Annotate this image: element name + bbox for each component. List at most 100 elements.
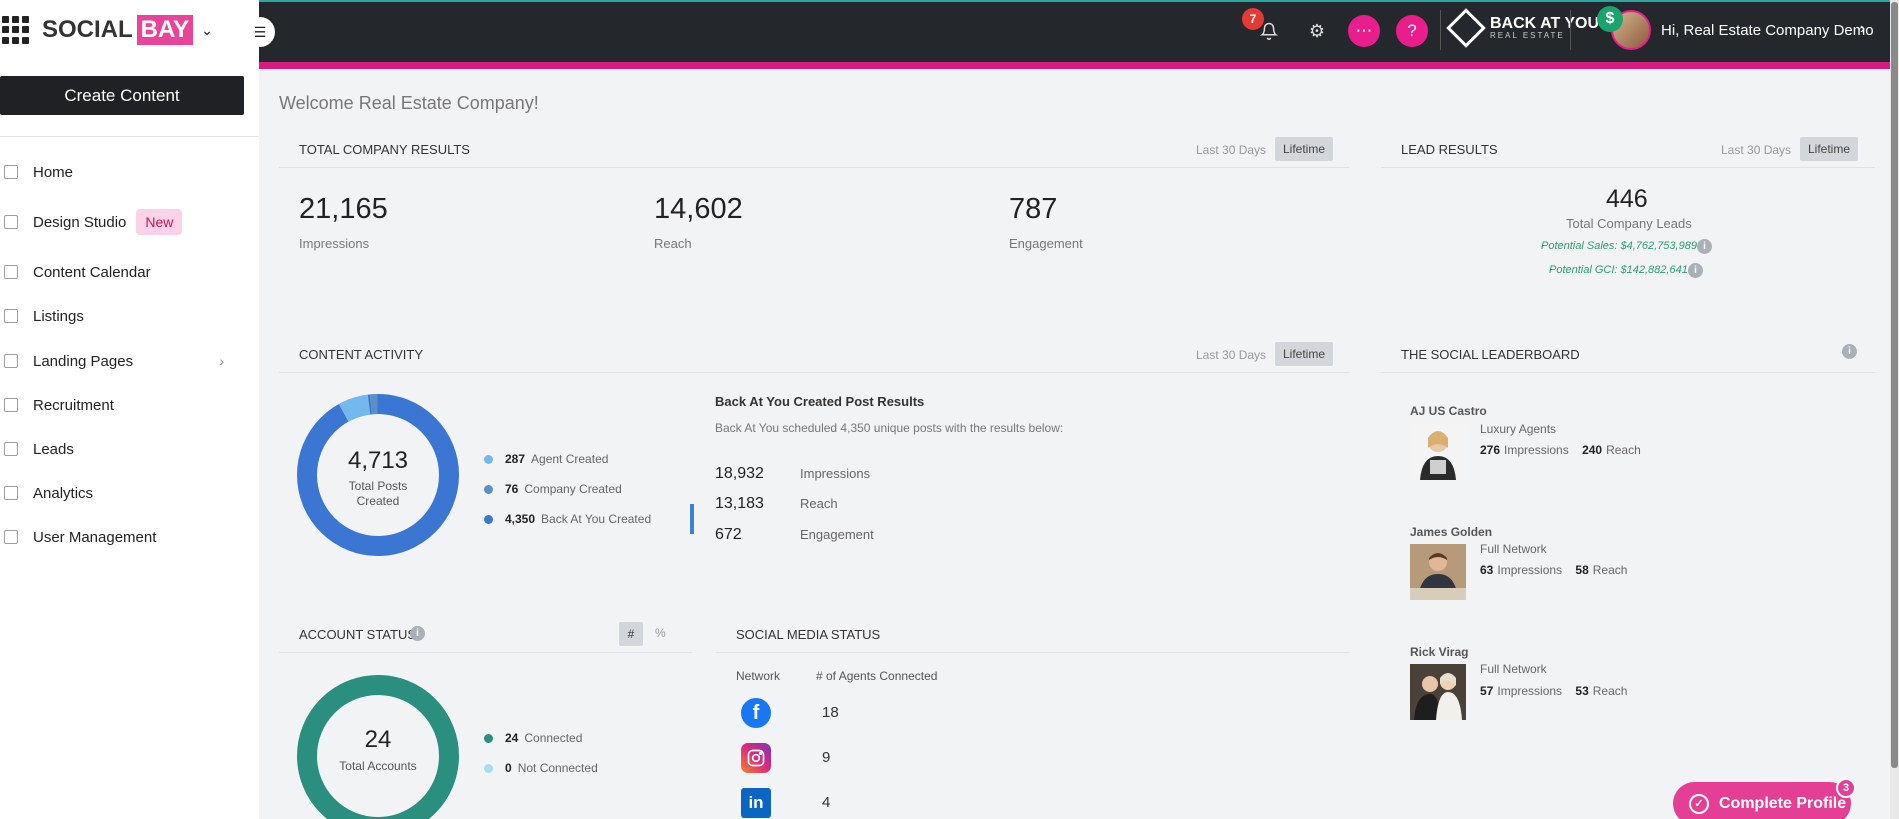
partner-logo-main: BACK AT YOU bbox=[1490, 14, 1600, 32]
chevron-down-icon[interactable]: ⌄ bbox=[201, 22, 213, 39]
info-icon[interactable]: i bbox=[1697, 239, 1712, 254]
legend-value: 76 bbox=[505, 482, 519, 496]
sidebar-item-listings[interactable]: Listings bbox=[0, 301, 240, 331]
bay-impressions-label: Impressions bbox=[800, 466, 871, 481]
leaderboard-name[interactable]: James Golden bbox=[1410, 525, 1492, 539]
sidebar-item-user-management[interactable]: User Management bbox=[0, 522, 240, 552]
leaderboard-photo bbox=[1410, 544, 1466, 600]
app-grid-icon[interactable] bbox=[2, 16, 30, 44]
leaderboard-reach-label: Reach bbox=[1592, 684, 1628, 698]
legend-label: Agent Created bbox=[531, 452, 609, 466]
create-content-button[interactable]: Create Content bbox=[0, 76, 244, 115]
sidebar: SOCIAL BAY ⌄ Create Content Home Design … bbox=[0, 0, 259, 819]
engagement-value: 787 bbox=[1009, 193, 1058, 225]
instagram-icon bbox=[741, 743, 771, 773]
sidebar-item-content-calendar[interactable]: Content Calendar bbox=[0, 257, 240, 287]
help-icon[interactable]: ? bbox=[1396, 15, 1428, 47]
leaderboard-name[interactable]: Rick Virag bbox=[1410, 645, 1468, 659]
facebook-count: 18 bbox=[822, 704, 839, 721]
chevron-right-icon[interactable]: › bbox=[1860, 20, 1865, 38]
divider bbox=[1381, 372, 1875, 373]
range-last-30-days[interactable]: Last 30 Days bbox=[1721, 143, 1791, 157]
dollar-icon[interactable]: $ bbox=[1597, 6, 1623, 32]
divider bbox=[716, 652, 1349, 653]
bay-engagement-label: Engagement bbox=[800, 527, 874, 542]
sidebar-item-label: Content Calendar bbox=[33, 263, 151, 281]
leaderboard-tier: Full Network bbox=[1480, 542, 1547, 556]
divider bbox=[279, 167, 1349, 168]
scrollbar-thumb[interactable] bbox=[1891, 2, 1898, 768]
leaderboard-stats: 276 Impressions 240 Reach bbox=[1480, 443, 1641, 457]
divider bbox=[279, 652, 692, 653]
content-activity-title: CONTENT ACTIVITY bbox=[299, 347, 423, 362]
legend-not-connected: 0 Not Connected bbox=[484, 761, 598, 775]
content-activity-donut bbox=[297, 394, 459, 556]
leaderboard-title: THE SOCIAL LEADERBOARD bbox=[1401, 347, 1580, 362]
recruitment-icon bbox=[4, 398, 18, 412]
chat-icon[interactable]: ⋯ bbox=[1348, 15, 1380, 47]
notification-count-badge: 7 bbox=[1242, 8, 1264, 30]
sidebar-item-design-studio[interactable]: Design Studio New bbox=[0, 207, 240, 237]
account-status-title: ACCOUNT STATUS bbox=[299, 627, 417, 642]
info-icon[interactable]: i bbox=[1688, 263, 1703, 278]
toggle-percent-button[interactable]: % bbox=[655, 626, 666, 640]
info-icon[interactable]: i bbox=[1842, 344, 1857, 359]
range-last-30-days[interactable]: Last 30 Days bbox=[1196, 143, 1266, 157]
legend-connected: 24 Connected bbox=[484, 731, 582, 745]
sidebar-item-leads[interactable]: Leads bbox=[0, 434, 240, 464]
leaderboard-reach-value: 58 bbox=[1575, 563, 1589, 577]
range-lifetime[interactable]: Lifetime bbox=[1800, 137, 1859, 161]
info-icon[interactable]: i bbox=[410, 626, 425, 641]
sidebar-item-label: User Management bbox=[33, 528, 157, 546]
legend-company-created: 76 Company Created bbox=[484, 482, 622, 496]
leads-icon bbox=[4, 442, 18, 456]
sidebar-item-label: Analytics bbox=[33, 484, 94, 502]
sidebar-item-label: Leads bbox=[33, 440, 74, 458]
leaderboard-impressions-value: 276 bbox=[1480, 443, 1501, 457]
legend-value: 24 bbox=[505, 731, 519, 745]
total-leads-value: 446 bbox=[1606, 185, 1648, 213]
sidebar-item-label: Listings bbox=[33, 307, 84, 325]
legend-label: Company Created bbox=[524, 482, 622, 496]
lead-results-title: LEAD RESULTS bbox=[1401, 142, 1498, 157]
leaderboard-name[interactable]: AJ US Castro bbox=[1410, 404, 1487, 418]
brand[interactable]: SOCIAL BAY ⌄ bbox=[0, 12, 213, 48]
legend-label: Not Connected bbox=[517, 761, 598, 775]
leaderboard-stats: 57 Impressions 53 Reach bbox=[1480, 684, 1627, 698]
leaderboard-tier: Full Network bbox=[1480, 662, 1547, 676]
range-last-30-days[interactable]: Last 30 Days bbox=[1196, 348, 1266, 362]
legend-dot bbox=[484, 484, 493, 494]
toggle-count-button[interactable]: # bbox=[619, 622, 643, 646]
legend-dot bbox=[484, 454, 493, 464]
total-posts-label-1: Total Posts bbox=[348, 479, 408, 493]
sidebar-item-label: Recruitment bbox=[33, 396, 114, 414]
complete-profile-button[interactable]: ✓ Complete Profile bbox=[1673, 782, 1851, 819]
back-at-you-logo-icon bbox=[1446, 8, 1486, 48]
leaderboard-reach-value: 53 bbox=[1575, 684, 1589, 698]
column-agents-connected: # of Agents Connected bbox=[816, 669, 938, 683]
bay-engagement-value: 672 bbox=[715, 526, 742, 543]
user-greeting[interactable]: Hi, Real Estate Company Demo bbox=[1661, 22, 1874, 39]
collapse-sidebar-icon[interactable]: ☰ bbox=[245, 17, 275, 47]
topbar-separator bbox=[1440, 10, 1441, 50]
sidebar-item-home[interactable]: Home bbox=[0, 157, 240, 187]
new-badge: New bbox=[136, 209, 183, 235]
range-lifetime[interactable]: Lifetime bbox=[1275, 342, 1334, 366]
legend-value: 0 bbox=[505, 761, 512, 775]
gear-icon[interactable]: ⚙ bbox=[1302, 16, 1332, 46]
brand-name-b: BAY bbox=[136, 15, 194, 45]
landing-page-icon bbox=[4, 354, 18, 368]
sidebar-item-analytics[interactable]: Analytics bbox=[0, 478, 240, 508]
sidebar-item-landing-pages[interactable]: Landing Pages › bbox=[0, 346, 240, 376]
total-accounts-value: 24 bbox=[364, 726, 392, 753]
legend-value: 4,350 bbox=[505, 512, 536, 526]
brand-name-a: SOCIAL bbox=[42, 16, 133, 43]
column-network: Network bbox=[736, 669, 781, 683]
leaderboard-impressions-label: Impressions bbox=[1504, 443, 1569, 457]
range-lifetime[interactable]: Lifetime bbox=[1275, 137, 1334, 161]
leaderboard-impressions-label: Impressions bbox=[1497, 684, 1563, 698]
sidebar-item-recruitment[interactable]: Recruitment bbox=[0, 390, 240, 420]
back-at-you-logo[interactable]: BACK AT YOU REAL ESTATE bbox=[1446, 8, 1600, 48]
instagram-count: 9 bbox=[822, 749, 831, 766]
total-leads-label: Total Company Leads bbox=[1566, 216, 1692, 231]
